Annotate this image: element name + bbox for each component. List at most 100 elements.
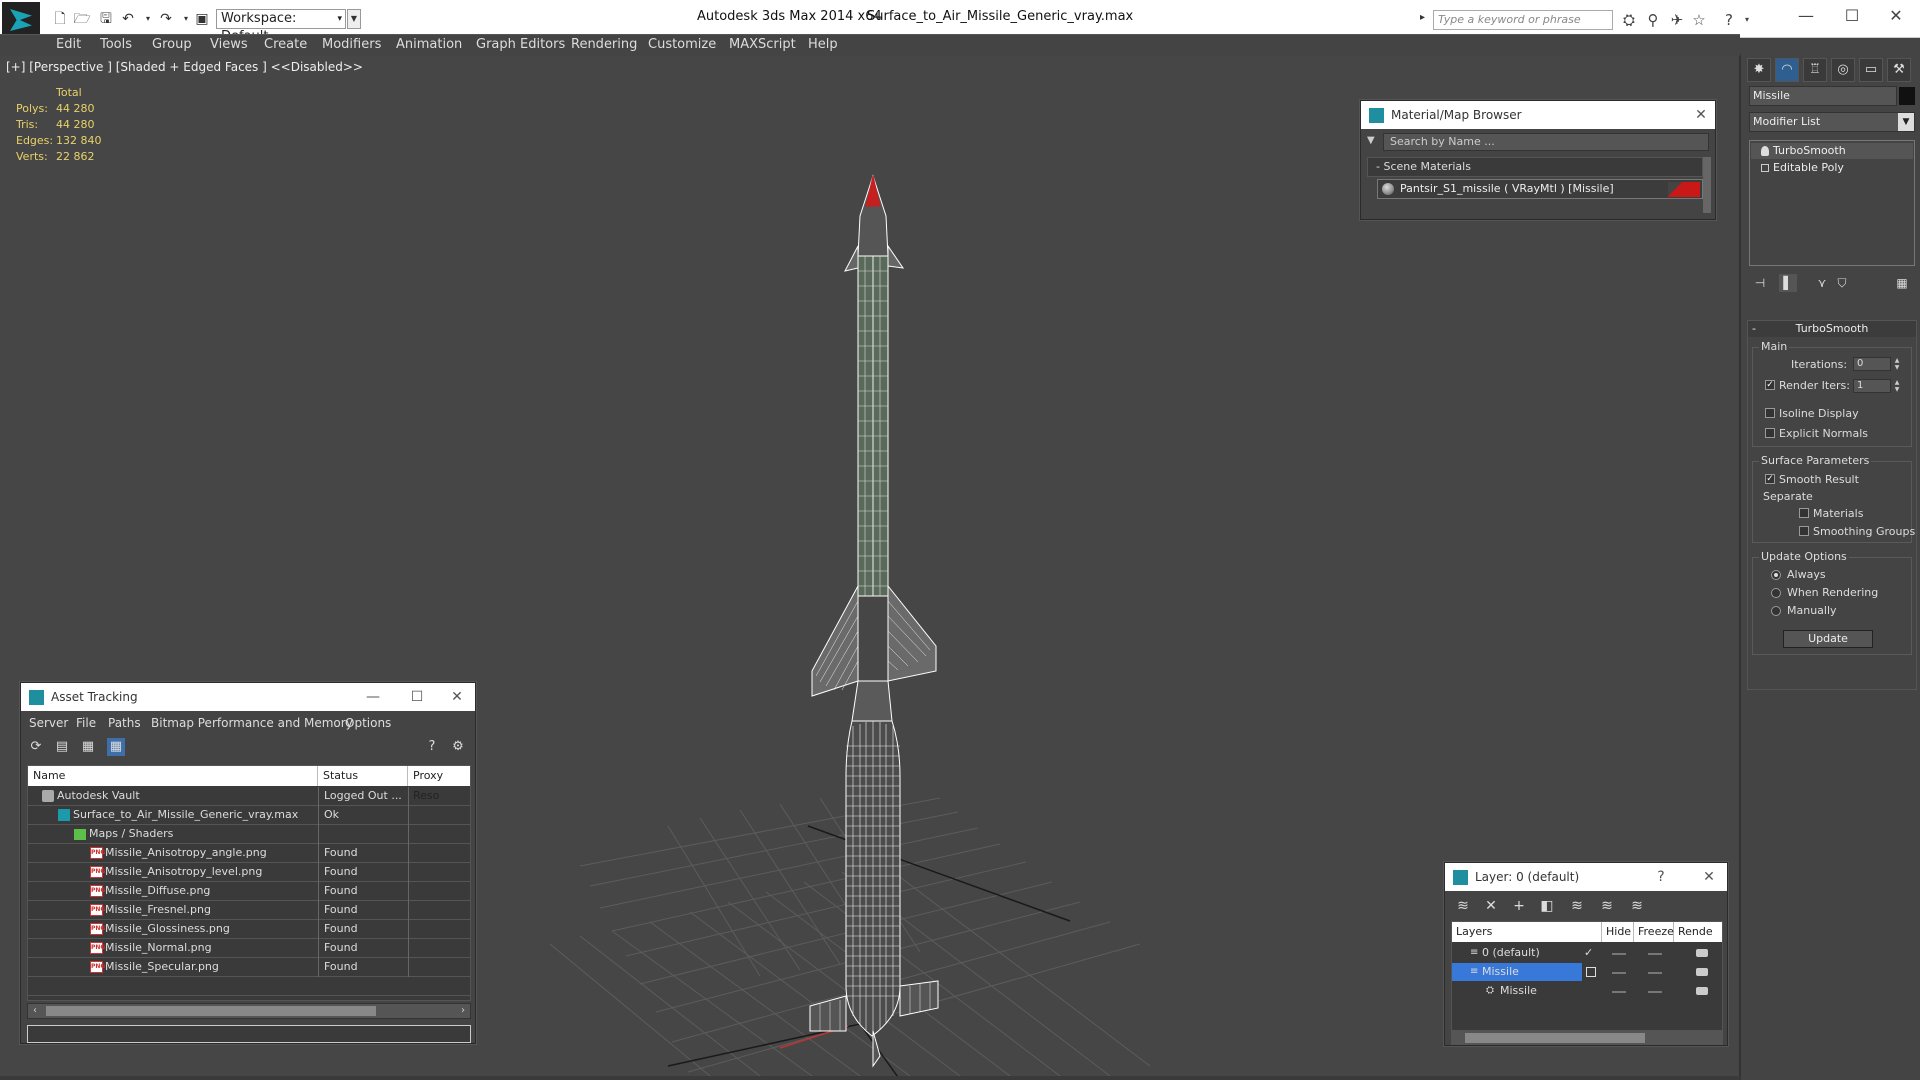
help-icon[interactable]: ? (423, 738, 441, 756)
filter-icon[interactable]: ▼ (1367, 135, 1375, 146)
scrollbar-thumb[interactable] (1465, 1033, 1645, 1043)
at-menu-bitmap-performance[interactable]: Bitmap Performance and Memory (151, 716, 353, 730)
stack-item-editable-poly[interactable]: Editable Poly (1751, 160, 1913, 176)
smooth-result-checkbox[interactable]: ✓ (1765, 474, 1775, 484)
object-name-field[interactable]: Missile (1749, 86, 1897, 106)
close-button[interactable]: ✕ (1876, 4, 1916, 28)
column-freeze[interactable]: Freeze (1634, 922, 1674, 942)
at-menu-file[interactable]: File (76, 716, 96, 730)
menu-animation[interactable]: Animation (396, 37, 462, 52)
menu-help[interactable]: Help (808, 37, 838, 52)
viewport-label[interactable]: [+] [Perspective ] [Shaded + Edged Faces… (6, 60, 363, 74)
search-expand-icon[interactable]: ▸ (1420, 12, 1425, 23)
minimize-icon[interactable]: — (359, 683, 387, 711)
expand-icon[interactable] (1761, 164, 1769, 172)
explicit-normals-checkbox[interactable] (1765, 428, 1775, 438)
menu-rendering[interactable]: Rendering (571, 37, 637, 52)
hide-toggle[interactable] (1612, 953, 1626, 955)
search-icon[interactable]: ⚲ (1642, 10, 1664, 30)
configure-sets-icon[interactable]: ▦ (1893, 274, 1911, 292)
render-toggle-icon[interactable] (1696, 987, 1708, 995)
menu-maxscript[interactable]: MAXScript (729, 37, 796, 52)
asset-row[interactable]: PNGMissile_Anisotropy_level.png Found (28, 863, 470, 882)
at-menu-options[interactable]: Options (345, 716, 391, 730)
column-render[interactable]: Rende (1674, 922, 1722, 942)
menu-tools[interactable]: Tools (100, 37, 132, 52)
keyword-search-input[interactable]: Type a keyword or phrase (1433, 10, 1613, 30)
asset-row[interactable]: PNGMissile_Specular.png Found (28, 958, 470, 977)
asset-row[interactable]: PNGMissile_Anisotropy_angle.png Found (28, 844, 470, 863)
spinner-arrows-icon[interactable]: ▲ ▼ (1893, 379, 1901, 393)
iterations-spinner[interactable]: 0 (1853, 357, 1891, 371)
at-menu-paths[interactable]: Paths (108, 716, 141, 730)
motion-tab-icon[interactable]: ◎ (1831, 58, 1855, 82)
lightbulb-icon[interactable] (1761, 146, 1769, 156)
exchange-icon[interactable]: ✈ (1666, 10, 1688, 30)
app-menu-button[interactable] (2, 2, 40, 38)
asset-table-hscrollbar[interactable]: ‹ › (27, 1003, 471, 1019)
column-status[interactable]: Status (318, 766, 408, 786)
display-tab-icon[interactable]: ▭ (1859, 58, 1883, 82)
hide-toggle[interactable] (1612, 991, 1626, 993)
delete-layer-icon[interactable]: ✕ (1481, 897, 1501, 915)
refresh-icon[interactable]: ⟳ (27, 738, 45, 756)
menu-group[interactable]: Group (152, 37, 192, 52)
open-file-icon[interactable]: 🗁 (72, 10, 92, 28)
workspace-selector[interactable]: Workspace: Default▾ (216, 9, 346, 44)
layer-settings-icon[interactable]: ≋ (1453, 897, 1473, 915)
layer-row[interactable]: ≡ 0 (default) ✓ (1452, 944, 1722, 962)
asset-row[interactable]: PNGMissile_Normal.png Found (28, 939, 470, 958)
scroll-right-icon[interactable]: › (456, 1004, 470, 1018)
render-toggle-icon[interactable] (1696, 949, 1708, 957)
add-layer-icon[interactable]: + (1509, 897, 1529, 915)
highlight-layer-icon[interactable]: ≋ (1567, 897, 1587, 915)
material-browser-titlebar[interactable]: Material/Map Browser ✕ (1361, 101, 1715, 129)
asset-row[interactable]: Maps / Shaders (28, 825, 470, 844)
workspace-dropdown-button[interactable]: ▼ (347, 9, 361, 29)
hierarchy-tab-icon[interactable]: ♖ (1803, 58, 1827, 82)
menu-edit[interactable]: Edit (56, 37, 81, 52)
undo-dropdown-icon[interactable]: ▾ (138, 10, 158, 28)
list-view-icon[interactable]: ▤ (53, 738, 71, 756)
create-tab-icon[interactable]: ✸ (1747, 58, 1771, 82)
set-active-layer-icon[interactable] (1586, 967, 1596, 977)
freeze-toggle[interactable] (1648, 972, 1662, 974)
object-color-swatch[interactable] (1899, 87, 1915, 105)
smoothing-groups-checkbox[interactable] (1799, 526, 1809, 536)
redo-icon[interactable]: ↷ (156, 10, 176, 28)
asset-row[interactable]: PNGMissile_Fresnel.png Found (28, 901, 470, 920)
scene-materials-section[interactable]: - Scene Materials (1367, 157, 1703, 177)
make-unique-icon[interactable]: ⋎ (1813, 274, 1831, 292)
update-manually-radio[interactable] (1771, 606, 1781, 616)
menu-create[interactable]: Create (264, 37, 307, 52)
minimize-button[interactable]: — (1786, 4, 1826, 28)
layer-window-titlebar[interactable]: Layer: 0 (default) ? ✕ (1445, 863, 1727, 891)
modifier-list-dropdown[interactable]: Modifier List ▼ (1749, 112, 1915, 132)
utilities-tab-icon[interactable]: ⚒ (1887, 58, 1911, 82)
material-item[interactable]: Pantsir_S1_missile ( VRayMtl ) [Missile] (1377, 179, 1703, 199)
asset-row[interactable]: PNGMissile_Diffuse.png Found (28, 882, 470, 901)
column-layers[interactable]: Layers (1452, 922, 1602, 942)
close-icon[interactable]: ✕ (1695, 863, 1723, 891)
freeze-toggle[interactable] (1648, 953, 1662, 955)
pin-stack-icon[interactable]: ⊣ (1751, 274, 1769, 292)
asset-row[interactable]: Surface_to_Air_Missile_Generic_vray.max O… (28, 806, 470, 825)
spinner-arrows-icon[interactable]: ▲ ▼ (1893, 357, 1901, 371)
update-button[interactable]: Update (1783, 630, 1873, 648)
maximize-button[interactable]: ☐ (1832, 4, 1872, 28)
help-dropdown-icon[interactable]: ▾ (1736, 10, 1758, 30)
material-search-input[interactable]: Search by Name ... (1383, 133, 1709, 151)
isoline-display-checkbox[interactable] (1765, 408, 1775, 418)
select-objects-icon[interactable]: ◧ (1537, 897, 1557, 915)
at-menu-server[interactable]: Server (29, 716, 68, 730)
asset-row[interactable]: PNGMissile_Glossiness.png Found (28, 920, 470, 939)
remove-modifier-icon[interactable]: ⛉ (1833, 274, 1851, 292)
show-end-result-icon[interactable]: ▌ (1779, 274, 1797, 292)
render-iters-checkbox[interactable]: ✓ (1765, 380, 1775, 390)
close-icon[interactable]: ✕ (443, 683, 471, 711)
save-file-icon[interactable]: 🖫 (96, 10, 116, 28)
column-hide[interactable]: Hide (1602, 922, 1634, 942)
help-icon[interactable]: ? (1647, 863, 1675, 891)
hide-toggle[interactable] (1612, 972, 1626, 974)
stack-item-turbosmooth[interactable]: TurboSmooth (1751, 143, 1913, 159)
